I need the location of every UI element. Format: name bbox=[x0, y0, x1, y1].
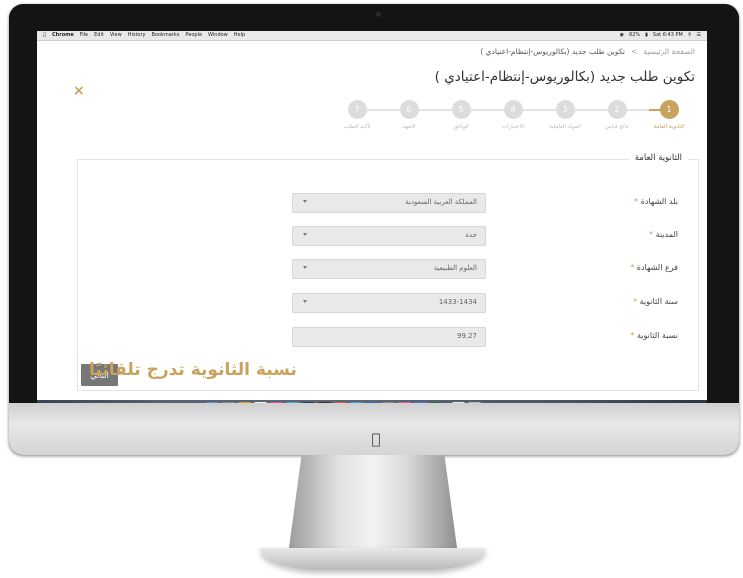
menu-view[interactable]: View bbox=[110, 31, 122, 40]
graduation-year-select[interactable]: 1433-1434 bbox=[292, 293, 486, 313]
wizard-stepper: 1 الثانوية العامة 2 نتائج قياس 3 المواد … bbox=[329, 100, 699, 136]
app-header: الصفحة الرئيسية > تكوين طلب جديد (بكالور… bbox=[37, 41, 707, 101]
notes-icon[interactable]: ▤ bbox=[253, 402, 268, 403]
field-row-certificate-branch: فرع الشهادة * العلوم الطبيعية bbox=[78, 259, 698, 279]
certificate-country-select[interactable]: المملكة العربية السعودية bbox=[292, 193, 486, 213]
step-label: الوثائق bbox=[453, 124, 469, 130]
menubar-clock[interactable]: Sat 6:43 PM bbox=[653, 31, 683, 40]
twitter-icon[interactable]: ✦ bbox=[285, 402, 300, 403]
finder-icon[interactable]: ☺ bbox=[205, 402, 220, 403]
doc-icon[interactable]: ▯ bbox=[451, 402, 466, 403]
select-value: العلوم الطبيعية bbox=[433, 264, 477, 272]
screen:  Chrome File Edit View History Bookmark… bbox=[37, 31, 707, 403]
graph-icon[interactable]: ▦ bbox=[429, 402, 444, 403]
link-icon[interactable]: ∞ bbox=[333, 402, 348, 403]
menu-edit[interactable]: Edit bbox=[94, 31, 104, 40]
step-1[interactable]: 1 الثانوية العامة bbox=[639, 100, 699, 130]
field-row-certificate-country: بلد الشهادة * المملكة العربية السعودية bbox=[78, 193, 698, 213]
spotlight-icon[interactable]: ⚲ bbox=[688, 31, 692, 40]
chevron-down-icon bbox=[303, 266, 307, 269]
select-value: جدة bbox=[465, 231, 477, 239]
menu-bookmarks[interactable]: Bookmarks bbox=[151, 31, 179, 40]
menu-window[interactable]: Window bbox=[208, 31, 228, 40]
select-value: 1433-1434 bbox=[438, 298, 477, 306]
step-label: تأكيد الطلب bbox=[343, 124, 371, 130]
field-row-high-school-percentage: نسبة الثانوية * 99.27 bbox=[78, 327, 698, 347]
field-row-city: المدينة * جدة bbox=[78, 226, 698, 246]
menu-history[interactable]: History bbox=[128, 31, 146, 40]
step-circle: 1 bbox=[659, 100, 679, 119]
illustrator-icon[interactable]: Ai bbox=[317, 402, 332, 403]
step-5[interactable]: 5 الوثائق bbox=[431, 100, 491, 130]
camera-icon[interactable]: ◎ bbox=[381, 402, 396, 403]
high-school-percentage-field: 99.27 bbox=[292, 327, 486, 347]
notification-icon[interactable]: ☰ bbox=[697, 31, 701, 40]
field-label: المدينة * bbox=[649, 230, 678, 239]
step-circle: 2 bbox=[607, 100, 627, 119]
apple-logo-icon:  bbox=[368, 431, 384, 447]
breadcrumb: الصفحة الرئيسية > تكوين طلب جديد (بكالور… bbox=[480, 47, 695, 56]
step-6[interactable]: 6 التعهد bbox=[379, 100, 439, 130]
step-label: التعهد bbox=[402, 124, 416, 130]
promo-caption: نسبة الثانوية تدرج تلقائيًا bbox=[89, 360, 297, 380]
trash-icon[interactable]: ▥ bbox=[467, 402, 482, 403]
step-circle: 6 bbox=[399, 100, 419, 119]
breadcrumb-home[interactable]: الصفحة الرئيسية bbox=[643, 47, 695, 56]
fieldset-legend: الثانوية العامة bbox=[628, 153, 688, 163]
wifi-icon[interactable]: ◉ bbox=[620, 31, 624, 40]
step-7[interactable]: 7 تأكيد الطلب bbox=[327, 100, 387, 130]
step-3[interactable]: 3 المواد العاملية bbox=[535, 100, 595, 130]
field-row-graduation-year: سنة الثانوية * 1433-1434 bbox=[78, 293, 698, 313]
monitor-stand-base bbox=[260, 548, 486, 570]
skype-icon[interactable]: S bbox=[349, 402, 364, 403]
select-value: المملكة العربية السعودية bbox=[405, 198, 477, 206]
city-select[interactable]: جدة bbox=[292, 226, 486, 246]
field-value: 99.27 bbox=[456, 332, 477, 340]
step-label: الثانوية العامة bbox=[653, 124, 685, 130]
step-circle: 4 bbox=[503, 100, 523, 119]
menu-file[interactable]: File bbox=[80, 31, 88, 40]
step-label: نتائج قياس bbox=[604, 124, 630, 130]
apple-menu-icon[interactable]:  bbox=[43, 31, 46, 40]
certificate-branch-select[interactable]: العلوم الطبيعية bbox=[292, 259, 486, 279]
breadcrumb-separator: > bbox=[630, 47, 638, 56]
step-2[interactable]: 2 نتائج قياس bbox=[587, 100, 647, 130]
photoshop-icon[interactable]: Ps bbox=[301, 402, 316, 403]
s-icon[interactable]: S bbox=[365, 402, 380, 403]
monitor-stand bbox=[288, 455, 458, 555]
field-label: فرع الشهادة * bbox=[630, 263, 678, 272]
high-school-fieldset: الثانوية العامة بلد الشهادة * المملكة ال… bbox=[77, 153, 699, 391]
chevron-down-icon bbox=[303, 300, 307, 303]
launchpad-icon[interactable]: ✈ bbox=[221, 402, 236, 403]
s2-icon[interactable]: S bbox=[413, 402, 428, 403]
camera-dot bbox=[376, 12, 381, 17]
menu-help[interactable]: Help bbox=[234, 31, 245, 40]
dock-icons: ☺ ✈ ◉ ▤ ♪ ✦ Ps Ai ∞ S S ◎ ✿ S ▦ ▯ ▥ bbox=[205, 402, 482, 403]
itunes-icon[interactable]: ♪ bbox=[269, 402, 284, 403]
step-circle: 5 bbox=[451, 100, 471, 119]
photos-icon[interactable]: ✿ bbox=[397, 402, 412, 403]
step-circle: 7 bbox=[347, 100, 367, 119]
mac-dock: ☺ ✈ ◉ ▤ ♪ ✦ Ps Ai ∞ S S ◎ ✿ S ▦ ▯ ▥ bbox=[37, 400, 707, 403]
chrome-icon[interactable]: ◉ bbox=[237, 402, 252, 403]
breadcrumb-current: تكوين طلب جديد (بكالوريوس-إنتظام-اعتيادي… bbox=[480, 47, 625, 56]
field-label: سنة الثانوية * bbox=[633, 297, 678, 306]
battery-percent: 82% bbox=[629, 32, 641, 38]
close-icon[interactable]: × bbox=[73, 83, 85, 99]
field-label: نسبة الثانوية * bbox=[630, 331, 678, 340]
step-label: المواد العاملية bbox=[549, 124, 581, 130]
menu-app[interactable]: Chrome bbox=[52, 31, 74, 40]
menu-people[interactable]: People bbox=[185, 31, 202, 40]
chevron-down-icon bbox=[303, 233, 307, 236]
chevron-down-icon bbox=[303, 200, 307, 203]
battery-icon[interactable]: ▮ bbox=[645, 31, 648, 40]
step-label: الاختيارات bbox=[501, 124, 525, 130]
page-title: تكوين طلب جديد (بكالوريوس-إنتظام-اعتيادي… bbox=[434, 69, 695, 85]
step-4[interactable]: 4 الاختيارات bbox=[483, 100, 543, 130]
field-label: بلد الشهادة * bbox=[634, 197, 678, 206]
step-circle: 3 bbox=[555, 100, 575, 119]
mac-menubar:  Chrome File Edit View History Bookmark… bbox=[37, 31, 707, 41]
